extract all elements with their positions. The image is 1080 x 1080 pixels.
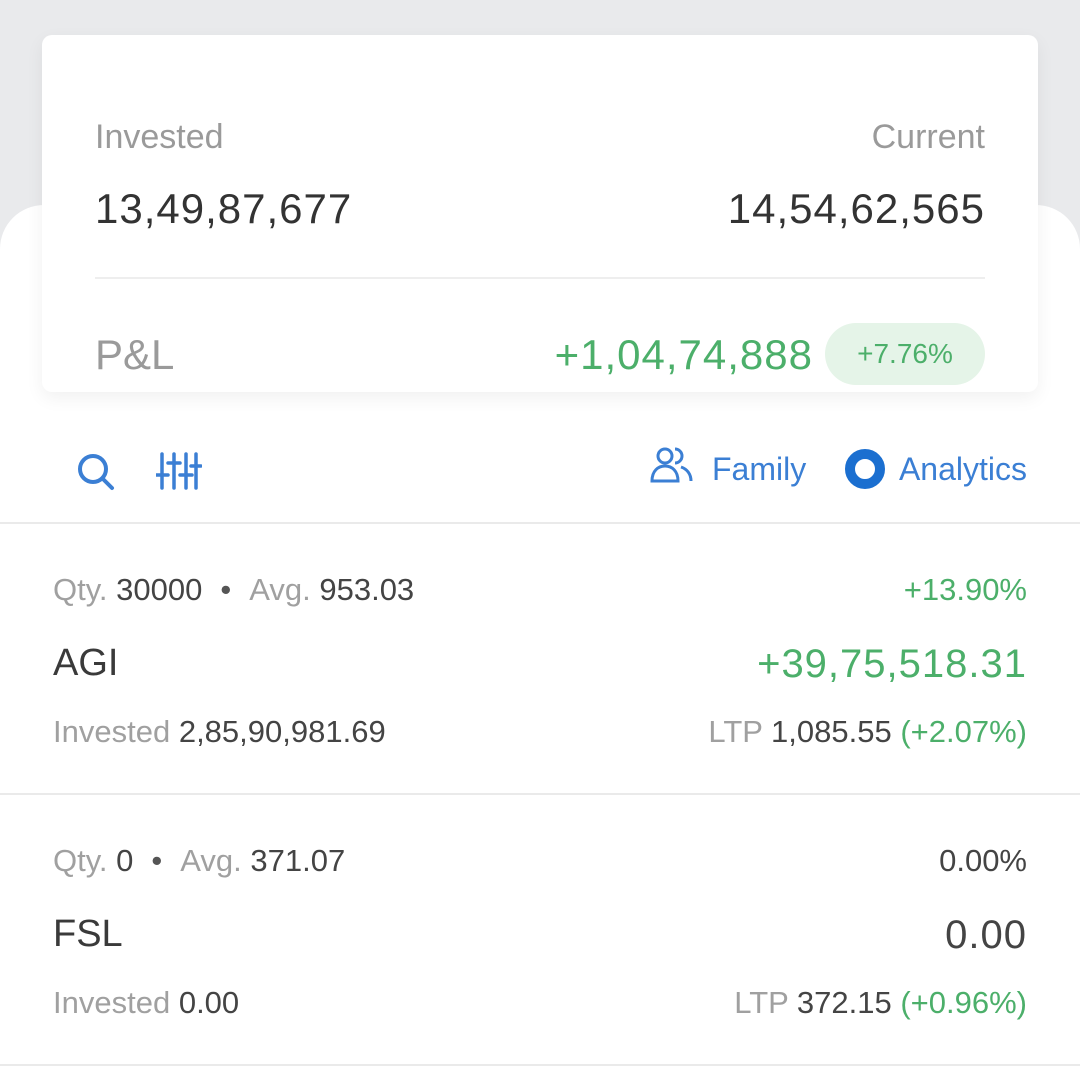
change-percent: +13.90% (903, 572, 1027, 607)
avg-value: 371.07 (250, 843, 346, 878)
analytics-button[interactable]: Analytics (844, 444, 1027, 494)
analytics-label: Analytics (898, 450, 1027, 487)
search-icon[interactable] (74, 448, 120, 494)
pnl-value: +1,04,74,888 (554, 331, 813, 378)
holding-meta: Qty. 30000 • Avg. 953.03 (53, 572, 415, 607)
holding-symbol: AGI (53, 642, 119, 684)
users-icon (650, 445, 694, 493)
current-value: 14,54,62,565 (727, 185, 985, 232)
list-divider (0, 1064, 1080, 1066)
holding-pnl: +39,75,518.31 (757, 642, 1027, 686)
holding-ltp: LTP 1,085.55 (+2.07%) (708, 714, 1027, 749)
summary-divider (95, 277, 985, 279)
family-label: Family (712, 450, 807, 487)
invested-value: 13,49,87,677 (95, 185, 353, 232)
portfolio-summary-card: Invested Current 13,49,87,677 14,54,62,5… (42, 35, 1038, 392)
holdings-toolbar: Family Analytics (0, 430, 1080, 510)
ltp-change: (+2.07%) (900, 714, 1027, 749)
qty-value: 0 (116, 843, 134, 878)
current-label: Current (871, 118, 985, 156)
analytics-icon (844, 449, 885, 489)
holding-invested: Invested 0.00 (53, 985, 240, 1020)
holding-invested: Invested 2,85,90,981.69 (53, 714, 386, 749)
holding-ltp: LTP 372.15 (+0.96%) (734, 985, 1027, 1020)
pnl-label: P&L (95, 331, 175, 378)
holding-symbol: FSL (53, 913, 123, 955)
holding-pnl: 0.00 (945, 913, 1027, 957)
sliders-icon[interactable] (154, 448, 203, 494)
change-percent: 0.00% (939, 843, 1027, 878)
invested-label: Invested (95, 118, 224, 156)
pnl-percent-badge: +7.76% (825, 323, 985, 385)
avg-value: 953.03 (319, 572, 415, 607)
qty-value: 30000 (116, 572, 203, 607)
holding-row-fsl[interactable]: Qty. 0 • Avg. 371.07 0.00% FSL 0.00 Invest… (0, 795, 1080, 1065)
ltp-change: (+0.96%) (900, 985, 1027, 1020)
holding-meta: Qty. 0 • Avg. 371.07 (53, 843, 346, 878)
holding-row-agi[interactable]: Qty. 30000 • Avg. 953.03 +13.90% AGI +39,7… (0, 524, 1080, 794)
family-button[interactable]: Family (650, 444, 806, 494)
